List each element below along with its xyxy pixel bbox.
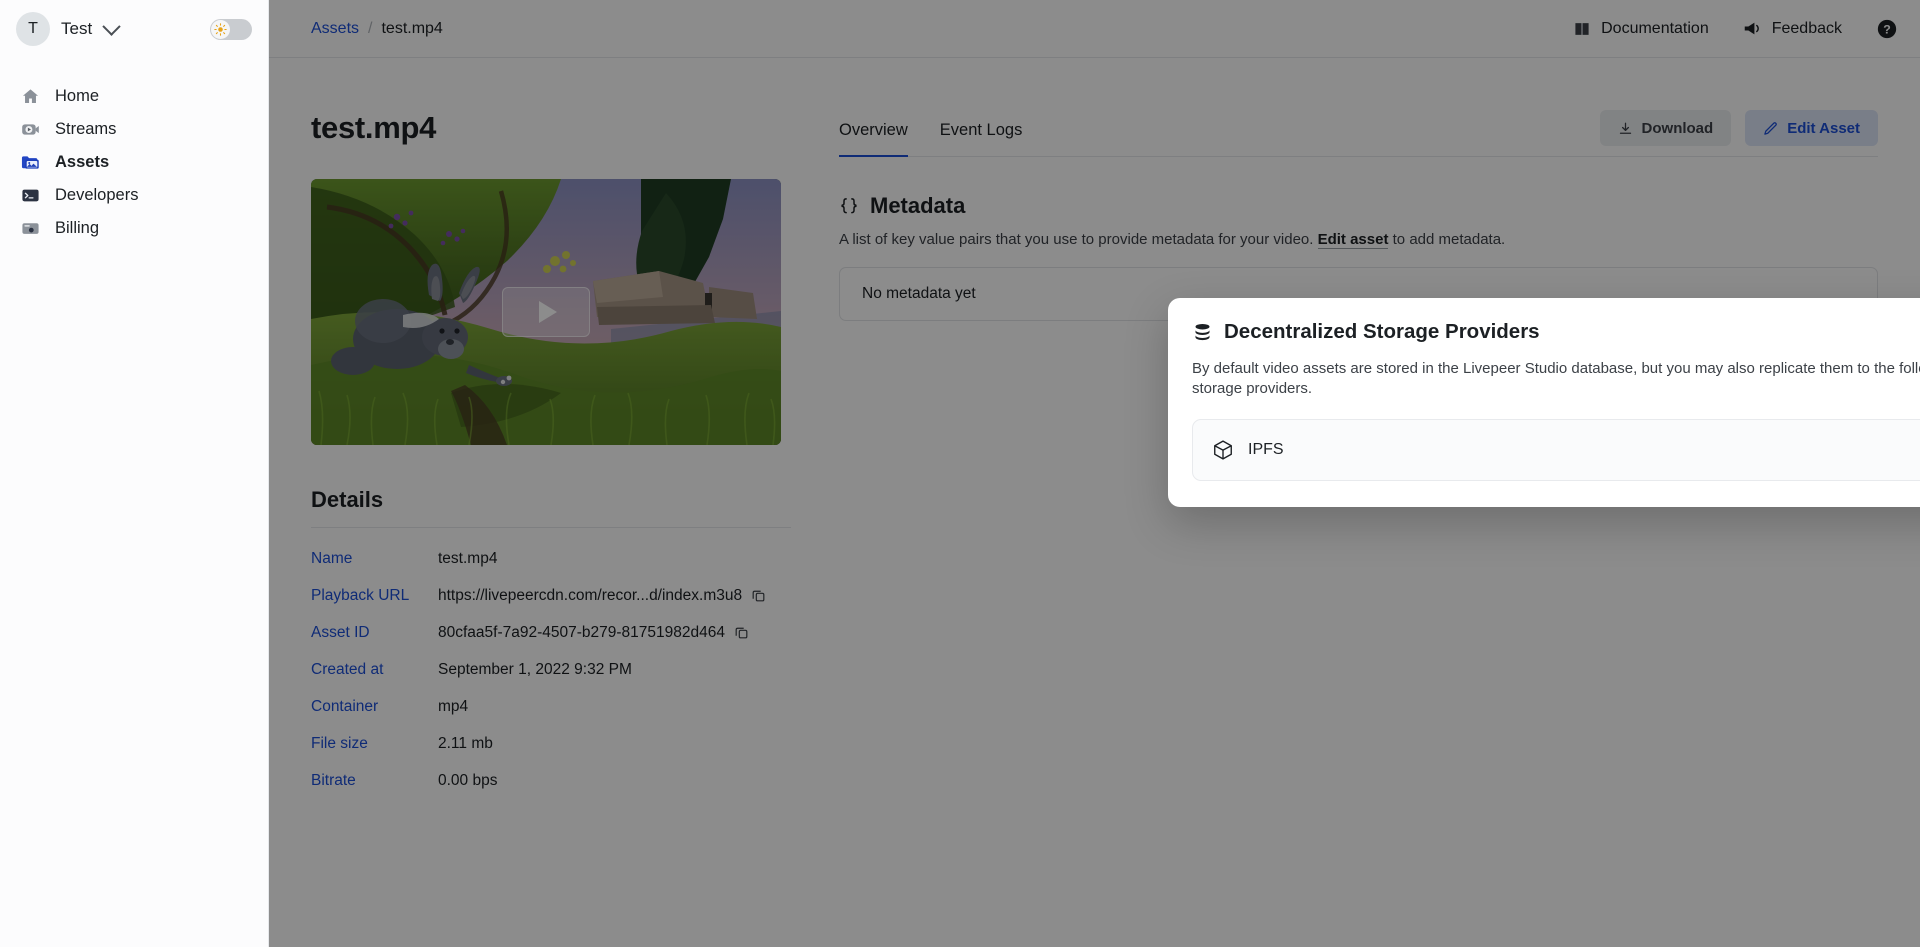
sidebar-item-label: Home (55, 87, 100, 105)
avatar: T (16, 12, 50, 46)
database-icon (1195, 323, 1210, 340)
toggle-knob (211, 20, 230, 39)
sidebar-item-assets[interactable]: Assets (0, 146, 268, 179)
theme-toggle[interactable] (210, 19, 252, 40)
sidebar-nav: Home Streams Assets Developers Billing (0, 58, 268, 245)
terminal-icon (20, 186, 40, 206)
provider-name: IPFS (1248, 440, 1284, 458)
cube-icon (1214, 439, 1232, 460)
sidebar-item-label: Streams (55, 120, 117, 138)
sidebar-item-home[interactable]: Home (0, 80, 268, 113)
app-root: T Test Home Streams Assets Developers Bi… (0, 0, 1920, 947)
provider-row-ipfs: IPFS Save to IPFS (1192, 418, 1920, 481)
org-name: Test (61, 19, 93, 38)
main-area: Assets / test.mp4 Documentation Feedback… (269, 0, 1920, 947)
sun-icon (214, 23, 227, 36)
sidebar: T Test Home Streams Assets Developers Bi… (0, 0, 269, 947)
video-icon (20, 120, 40, 140)
modal-description: By default video assets are stored in th… (1192, 360, 1920, 398)
chevron-down-icon (102, 16, 121, 36)
home-icon (20, 87, 40, 107)
modal-title: Decentralized Storage Providers (1224, 320, 1540, 343)
sidebar-item-developers[interactable]: Developers (0, 179, 268, 212)
sidebar-item-label: Developers (55, 186, 139, 204)
folder-image-icon (20, 153, 40, 173)
billing-icon (20, 219, 40, 239)
provider-identity: IPFS (1212, 439, 1284, 461)
sidebar-item-billing[interactable]: Billing (0, 212, 268, 245)
modal-header: Decentralized Storage Providers (1192, 320, 1920, 344)
sidebar-item-label: Assets (55, 153, 110, 171)
sidebar-item-streams[interactable]: Streams (0, 113, 268, 146)
sidebar-item-label: Billing (55, 219, 100, 237)
decentralized-storage-modal: Decentralized Storage Providers By defau… (1168, 298, 1920, 507)
